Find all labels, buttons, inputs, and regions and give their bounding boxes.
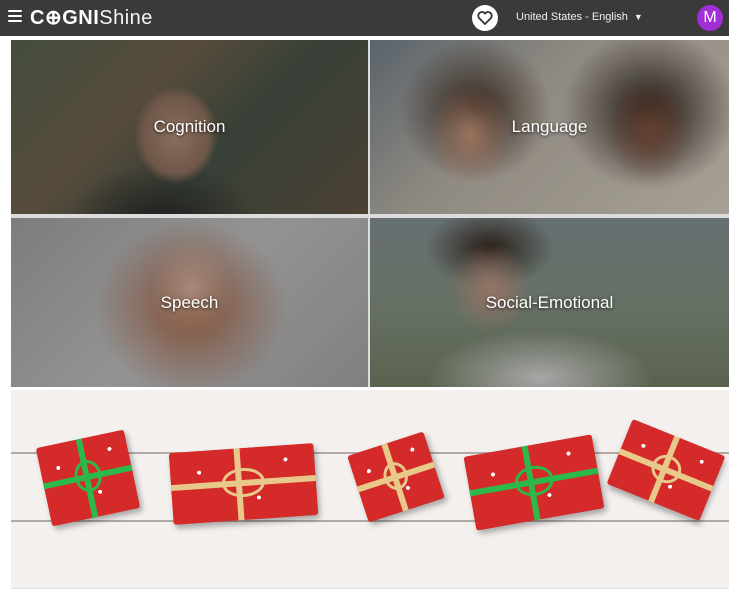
brand-logo-light: Shine [99, 7, 153, 29]
favorites-button[interactable] [472, 5, 498, 31]
top-app-bar: C⊕GNIShine United States - English ▼ M [0, 0, 729, 36]
tile-label: Social-Emotional [485, 292, 614, 312]
locale-selector[interactable]: United States - English ▼ [516, 11, 643, 23]
tile-cognition[interactable]: Cognition [11, 40, 368, 214]
gift-icon [35, 429, 141, 527]
tile-language[interactable]: Language [370, 40, 729, 214]
user-avatar[interactable]: M [697, 5, 723, 31]
brand-logo[interactable]: C⊕GNIShine [30, 6, 153, 30]
tile-label: Cognition [153, 117, 226, 136]
domain-grid: Cognition Language Speech Social-Emotion… [11, 40, 729, 387]
divider [11, 588, 729, 589]
gift-icon [463, 434, 605, 531]
holiday-banner[interactable] [11, 390, 729, 588]
tile-speech[interactable]: Speech [11, 218, 368, 387]
gift-icon [606, 418, 726, 522]
locale-label: United States - English [516, 11, 628, 23]
tile-label: Language [511, 117, 588, 136]
gift-icon [168, 443, 319, 525]
tile-social-emotional[interactable]: Social-Emotional [370, 218, 729, 387]
heart-icon [477, 11, 493, 25]
gift-icon [347, 431, 445, 523]
menu-icon[interactable] [8, 10, 22, 24]
tile-label: Speech [160, 292, 219, 312]
caret-down-icon: ▼ [633, 12, 643, 22]
brand-logo-bold: C⊕GNI [30, 7, 100, 29]
